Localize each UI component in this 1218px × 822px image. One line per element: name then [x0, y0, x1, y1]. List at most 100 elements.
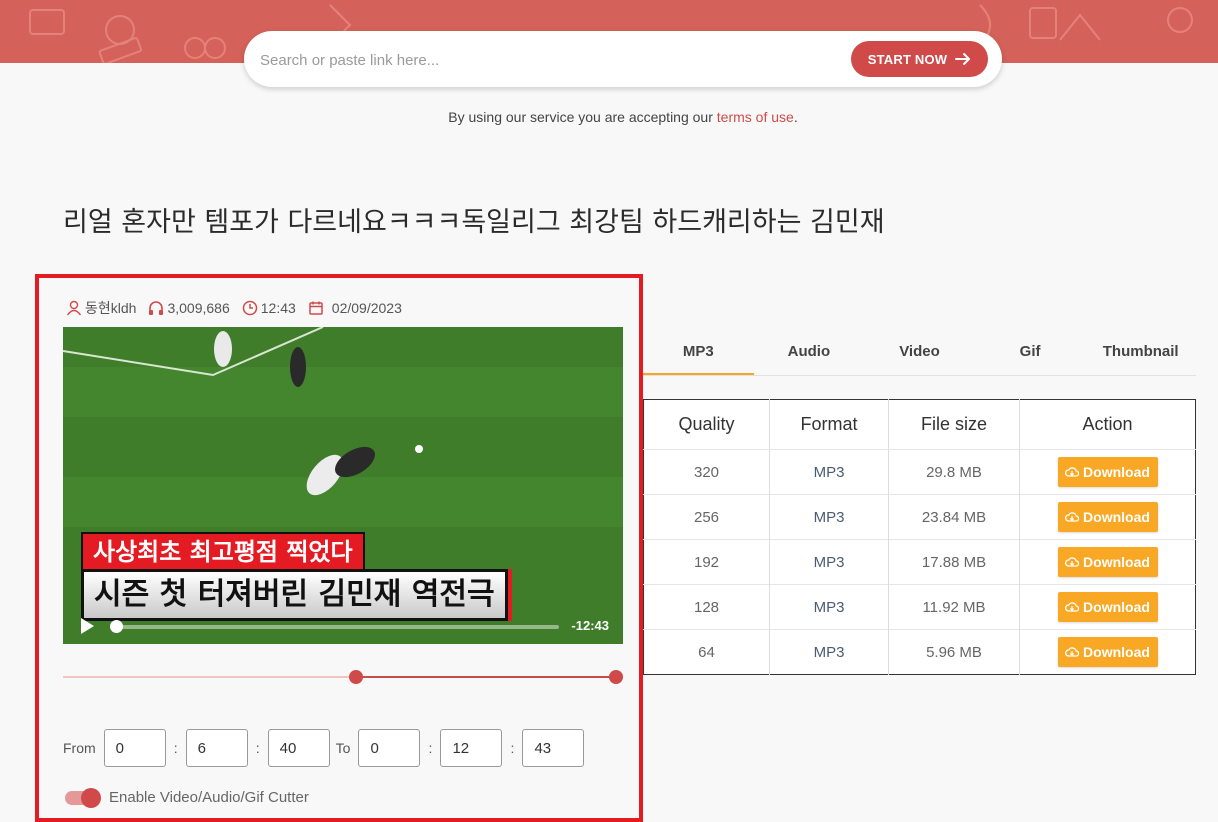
range-selected	[356, 676, 616, 678]
size-cell: 11.92 MB	[888, 584, 1020, 630]
tab-video[interactable]: Video	[864, 333, 975, 375]
user-icon	[66, 300, 82, 316]
video-controls: -12:43	[63, 608, 623, 644]
terms-of-use-link[interactable]: terms of use	[717, 109, 794, 125]
tab-mp3[interactable]: MP3	[643, 333, 754, 375]
tab-gif[interactable]: Gif	[975, 333, 1086, 375]
search-bar: START NOW	[244, 31, 1002, 87]
header-action: Action	[1019, 399, 1196, 450]
header-file-size: File size	[888, 399, 1020, 450]
from-minutes-input[interactable]	[185, 729, 248, 767]
range-start-handle[interactable]	[349, 670, 364, 684]
size-cell: 5.96 MB	[888, 629, 1020, 675]
video-player[interactable]: 사상최초 최고평점 찍었다 시즌 첫 터져버린 김민재 역전극 -12:43	[63, 327, 623, 644]
terms-notice: By using our service you are accepting o…	[0, 109, 1218, 125]
video-progress-knob[interactable]	[110, 620, 123, 633]
time-separator: :	[428, 740, 433, 756]
from-label: From	[63, 740, 96, 756]
cutter-toggle-label: Enable Video/Audio/Gif Cutter	[109, 789, 309, 806]
play-icon[interactable]	[77, 616, 97, 636]
duration-text: 12:43	[260, 300, 296, 316]
download-label: Download	[1083, 644, 1150, 660]
action-cell: Download	[1019, 629, 1196, 675]
author-name: 동현kldh	[85, 300, 137, 316]
search-input[interactable]	[258, 45, 842, 75]
video-progress-track[interactable]	[113, 625, 559, 629]
format-tabs: MP3 Audio Video Gif Thumbnail	[643, 333, 1196, 376]
meta-duration: 12:43	[242, 300, 296, 316]
table-header-row: Quality Format File size Action	[643, 399, 1196, 450]
cloud-download-icon	[1065, 647, 1080, 657]
download-button[interactable]: Download	[1057, 547, 1158, 577]
cutter-toggle-switch[interactable]	[65, 787, 101, 808]
download-label: Download	[1083, 464, 1150, 480]
format-cell: MP3	[769, 494, 889, 540]
size-cell: 23.84 MB	[888, 494, 1020, 540]
clock-icon	[242, 300, 257, 316]
cloud-download-icon	[1065, 512, 1080, 522]
download-table: Quality Format File size Action 320 MP3 …	[643, 399, 1196, 675]
download-button[interactable]: Download	[1057, 637, 1158, 667]
quality-cell: 256	[643, 494, 770, 540]
to-minutes-input[interactable]	[440, 729, 503, 767]
start-now-label: START NOW	[867, 51, 948, 67]
view-count: 3,009,686	[167, 300, 230, 316]
download-label: Download	[1083, 509, 1150, 525]
download-button[interactable]: Download	[1057, 502, 1158, 532]
header-format: Format	[769, 399, 889, 450]
video-caption-top: 사상최초 최고평점 찍었다	[81, 532, 365, 572]
download-button[interactable]: Download	[1057, 457, 1158, 487]
format-cell: MP3	[769, 584, 889, 630]
tab-audio[interactable]: Audio	[754, 333, 865, 375]
format-cell: MP3	[769, 629, 889, 675]
size-cell: 17.88 MB	[888, 539, 1020, 585]
cloud-download-icon	[1065, 557, 1080, 567]
format-cell: MP3	[769, 539, 889, 585]
header-quality: Quality	[643, 399, 770, 450]
trim-range-slider[interactable]	[63, 670, 623, 684]
tab-thumbnail[interactable]: Thumbnail	[1085, 333, 1196, 375]
start-now-button[interactable]: START NOW	[851, 41, 988, 77]
arrow-right-icon	[955, 53, 971, 65]
time-separator: :	[255, 740, 260, 756]
download-label: Download	[1083, 599, 1150, 615]
time-remaining: -12:43	[571, 618, 609, 633]
headphones-icon	[149, 301, 164, 315]
video-title: 리얼 혼자만 템포가 다르네요ㅋㅋㅋ독일리그 최강팀 하드캐리하는 김민재	[63, 207, 885, 238]
action-cell: Download	[1019, 494, 1196, 540]
table-row: 128 MP3 11.92 MB Download	[643, 584, 1196, 630]
quality-cell: 128	[643, 584, 770, 630]
meta-author: 동현kldh	[66, 298, 136, 318]
from-hours-input[interactable]	[103, 729, 166, 767]
meta-views: 3,009,686	[148, 300, 230, 316]
format-cell: MP3	[769, 449, 889, 495]
to-hours-input[interactable]	[358, 729, 421, 767]
upload-date: 02/09/2023	[331, 300, 402, 316]
meta-date: 02/09/2023	[308, 300, 402, 316]
table-row: 64 MP3 5.96 MB Download	[643, 629, 1196, 675]
cut-time-inputs: From : : To : :	[63, 728, 585, 768]
cutter-toggle-row: Enable Video/Audio/Gif Cutter	[65, 787, 309, 808]
action-cell: Download	[1019, 539, 1196, 585]
action-cell: Download	[1019, 449, 1196, 495]
download-button[interactable]: Download	[1057, 592, 1158, 622]
from-seconds-input[interactable]	[267, 729, 330, 767]
quality-cell: 64	[643, 629, 770, 675]
cloud-download-icon	[1065, 602, 1080, 612]
table-row: 320 MP3 29.8 MB Download	[643, 449, 1196, 495]
quality-cell: 192	[643, 539, 770, 585]
range-end-handle[interactable]	[609, 670, 623, 684]
table-row: 256 MP3 23.84 MB Download	[643, 494, 1196, 540]
to-seconds-input[interactable]	[522, 729, 585, 767]
cloud-download-icon	[1065, 467, 1080, 477]
terms-suffix: .	[793, 109, 798, 125]
terms-prefix: By using our service you are accepting o…	[448, 109, 717, 125]
toggle-knob	[81, 787, 101, 808]
time-separator: :	[173, 740, 178, 756]
table-row: 192 MP3 17.88 MB Download	[643, 539, 1196, 585]
to-label: To	[335, 740, 351, 756]
calendar-icon	[309, 301, 323, 315]
time-separator: :	[510, 740, 515, 756]
quality-cell: 320	[643, 449, 770, 495]
size-cell: 29.8 MB	[888, 449, 1020, 495]
